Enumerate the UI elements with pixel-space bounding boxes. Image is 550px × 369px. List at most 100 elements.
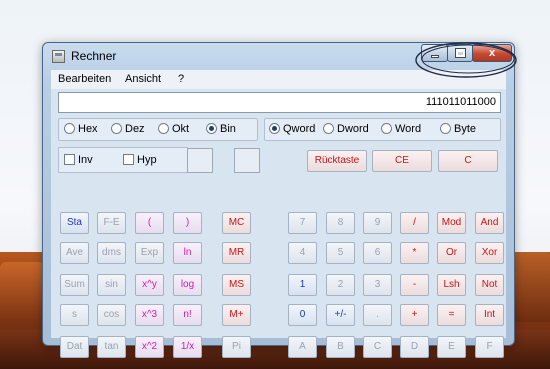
display-value: 111011011000 — [425, 96, 496, 108]
radio-hex[interactable]: Hex — [64, 123, 98, 137]
parenthesis-indicator — [187, 148, 213, 173]
key-2-7[interactable]: 3 — [363, 274, 392, 296]
key-1-2[interactable]: Exp — [135, 242, 164, 264]
key-3-8[interactable]: + — [400, 304, 429, 326]
key-1-0[interactable]: Ave — [60, 242, 89, 264]
calculator-window: Rechner x Bearbeiten Ansicht ? 111011011… — [42, 42, 515, 358]
key-2-3[interactable]: log — [173, 274, 202, 296]
menu-bar: Bearbeiten Ansicht ? — [51, 70, 506, 89]
title-bar[interactable]: Rechner x — [43, 43, 514, 69]
inv-hyp-group: Inv Hyp — [58, 147, 188, 173]
key-4-7[interactable]: C — [363, 336, 392, 358]
key-1-3[interactable]: ln — [173, 242, 202, 264]
radio-dword[interactable]: Dword — [323, 123, 369, 137]
inv-checkbox[interactable]: Inv — [64, 154, 93, 166]
radio-bin-dot-selected — [206, 123, 217, 134]
key-3-1[interactable]: cos — [97, 304, 126, 326]
window-title: Rechner — [71, 49, 117, 63]
key-3-0[interactable]: s — [60, 304, 89, 326]
key-3-5[interactable]: 0 — [288, 304, 317, 326]
radio-dez[interactable]: Dez — [111, 123, 145, 137]
key-1-6[interactable]: 5 — [326, 242, 355, 264]
key-2-1[interactable]: sin — [97, 274, 126, 296]
key-3-7[interactable]: . — [363, 304, 392, 326]
radio-word-dot — [381, 123, 392, 134]
key-4-0[interactable]: Dat — [60, 336, 89, 358]
key-1-5[interactable]: 4 — [288, 242, 317, 264]
radio-byte[interactable]: Byte — [440, 123, 476, 137]
key-2-8[interactable]: - — [400, 274, 429, 296]
memory-indicator — [234, 148, 260, 173]
calculator-body: Bearbeiten Ansicht ? 111011011000 Hex De… — [51, 70, 506, 358]
rock-formation-left — [0, 262, 48, 322]
clear-button[interactable]: C — [438, 150, 498, 172]
maximize-button[interactable] — [447, 44, 473, 62]
clear-entry-button[interactable]: CE — [372, 150, 432, 172]
inv-checkbox-box — [64, 154, 75, 165]
radio-okt-dot — [158, 123, 169, 134]
radio-okt[interactable]: Okt — [158, 123, 189, 137]
key-4-9[interactable]: E — [437, 336, 466, 358]
key-3-3[interactable]: n! — [173, 304, 202, 326]
key-1-4[interactable]: MR — [222, 242, 251, 264]
key-1-1[interactable]: dms — [97, 242, 126, 264]
minimize-button[interactable] — [421, 44, 448, 62]
key-3-10[interactable]: Int — [475, 304, 504, 326]
key-4-5[interactable]: A — [288, 336, 317, 358]
key-2-9[interactable]: Lsh — [437, 274, 466, 296]
menu-view[interactable]: Ansicht — [125, 73, 161, 85]
radio-dez-dot — [111, 123, 122, 134]
key-4-4[interactable]: Pi — [222, 336, 251, 358]
radio-dword-dot — [323, 123, 334, 134]
key-0-1[interactable]: F-E — [97, 212, 126, 234]
key-0-0[interactable]: Sta — [60, 212, 89, 234]
key-2-5[interactable]: 1 — [288, 274, 317, 296]
radio-hex-dot — [64, 123, 75, 134]
key-0-10[interactable]: And — [475, 212, 504, 234]
radio-word[interactable]: Word — [381, 123, 421, 137]
number-base-group: Hex Dez Okt Bin — [58, 118, 258, 141]
key-3-4[interactable]: M+ — [222, 304, 251, 326]
calculator-icon — [52, 50, 65, 63]
radio-qword[interactable]: Qword — [269, 123, 315, 137]
menu-edit[interactable]: Bearbeiten — [58, 73, 111, 85]
result-display: 111011011000 — [58, 92, 501, 113]
key-4-6[interactable]: B — [326, 336, 355, 358]
key-1-8[interactable]: * — [400, 242, 429, 264]
key-4-10[interactable]: F — [475, 336, 504, 358]
radio-byte-dot — [440, 123, 451, 134]
key-0-7[interactable]: 9 — [363, 212, 392, 234]
key-2-2[interactable]: x^y — [135, 274, 164, 296]
key-4-8[interactable]: D — [400, 336, 429, 358]
key-4-2[interactable]: x^2 — [135, 336, 164, 358]
key-1-7[interactable]: 6 — [363, 242, 392, 264]
key-2-10[interactable]: Not — [475, 274, 504, 296]
key-2-6[interactable]: 2 — [326, 274, 355, 296]
key-2-0[interactable]: Sum — [60, 274, 89, 296]
hyp-checkbox[interactable]: Hyp — [123, 154, 157, 166]
close-button[interactable]: x — [472, 44, 512, 62]
key-3-9[interactable]: = — [437, 304, 466, 326]
word-size-group: Qword Dword Word Byte — [264, 118, 501, 141]
key-3-2[interactable]: x^3 — [135, 304, 164, 326]
key-0-4[interactable]: MC — [222, 212, 251, 234]
hyp-checkbox-box — [123, 154, 134, 165]
key-1-10[interactable]: Xor — [475, 242, 504, 264]
backspace-button[interactable]: Rücktaste — [307, 150, 367, 172]
key-0-9[interactable]: Mod — [437, 212, 466, 234]
radio-bin[interactable]: Bin — [206, 123, 236, 137]
key-1-9[interactable]: Or — [437, 242, 466, 264]
key-3-6[interactable]: +/- — [326, 304, 355, 326]
minimize-icon — [431, 55, 439, 58]
key-4-3[interactable]: 1/x — [173, 336, 202, 358]
key-0-5[interactable]: 7 — [288, 212, 317, 234]
key-0-2[interactable]: ( — [135, 212, 164, 234]
key-0-3[interactable]: ) — [173, 212, 202, 234]
close-icon: x — [488, 47, 496, 59]
key-0-8[interactable]: / — [400, 212, 429, 234]
key-0-6[interactable]: 8 — [326, 212, 355, 234]
menu-help[interactable]: ? — [178, 73, 184, 85]
key-2-4[interactable]: MS — [222, 274, 251, 296]
key-4-1[interactable]: tan — [97, 336, 126, 358]
radio-qword-dot-selected — [269, 123, 280, 134]
